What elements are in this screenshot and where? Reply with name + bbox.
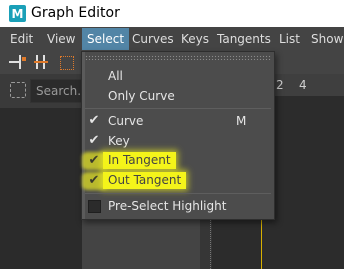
menu-show[interactable]: Show (311, 32, 343, 46)
title-bar: M Graph Editor (0, 0, 344, 27)
tear-off-grip[interactable] (85, 55, 271, 60)
menu-keys[interactable]: Keys (181, 32, 209, 46)
menu-list[interactable]: List (279, 32, 300, 46)
menu-divider (85, 108, 271, 109)
outliner-panel: Search... (0, 74, 89, 269)
select-menu-dropdown: All Only Curve ✔ Curve M ✔ Key ✔ In Tang… (81, 51, 275, 220)
shortcut-curve: M (236, 114, 247, 128)
menubar: Edit View Select Curves Keys Tangents Li… (0, 27, 344, 52)
menu-select[interactable]: Select (82, 28, 130, 50)
menu-divider (85, 193, 271, 194)
filter-icon[interactable] (10, 82, 26, 98)
lattice-icon[interactable] (59, 54, 77, 70)
ruler-tick-4: 4 (299, 78, 307, 92)
menu-item-pre-select-highlight[interactable]: Pre-Select Highlight (108, 197, 226, 215)
menu-edit[interactable]: Edit (10, 32, 33, 46)
preselect-checkbox[interactable] (88, 200, 101, 213)
menu-item-in-tangent[interactable]: In Tangent (103, 152, 176, 169)
outliner-header: Search... (0, 74, 89, 108)
maya-app-icon: M (9, 5, 26, 22)
check-icon: ✔ (88, 133, 100, 148)
menu-curves[interactable]: Curves (132, 32, 174, 46)
ruler-tick-2: 2 (276, 78, 284, 92)
window-title: Graph Editor (31, 5, 120, 21)
menu-item-curve[interactable]: Curve (108, 112, 143, 130)
check-icon: ✔ (88, 173, 100, 188)
search-field[interactable]: Search... (30, 79, 89, 103)
menu-item-key[interactable]: Key (108, 132, 130, 150)
check-icon: ✔ (88, 153, 100, 168)
move-key-icon[interactable] (9, 54, 27, 70)
menu-item-out-tangent[interactable]: Out Tangent (103, 172, 187, 189)
check-icon: ✔ (88, 113, 100, 128)
menu-item-only-curve[interactable]: Only Curve (108, 87, 175, 105)
insert-key-icon[interactable] (34, 54, 52, 70)
menu-item-all[interactable]: All (108, 67, 123, 85)
menu-view[interactable]: View (47, 32, 75, 46)
menu-tangents[interactable]: Tangents (217, 32, 271, 46)
